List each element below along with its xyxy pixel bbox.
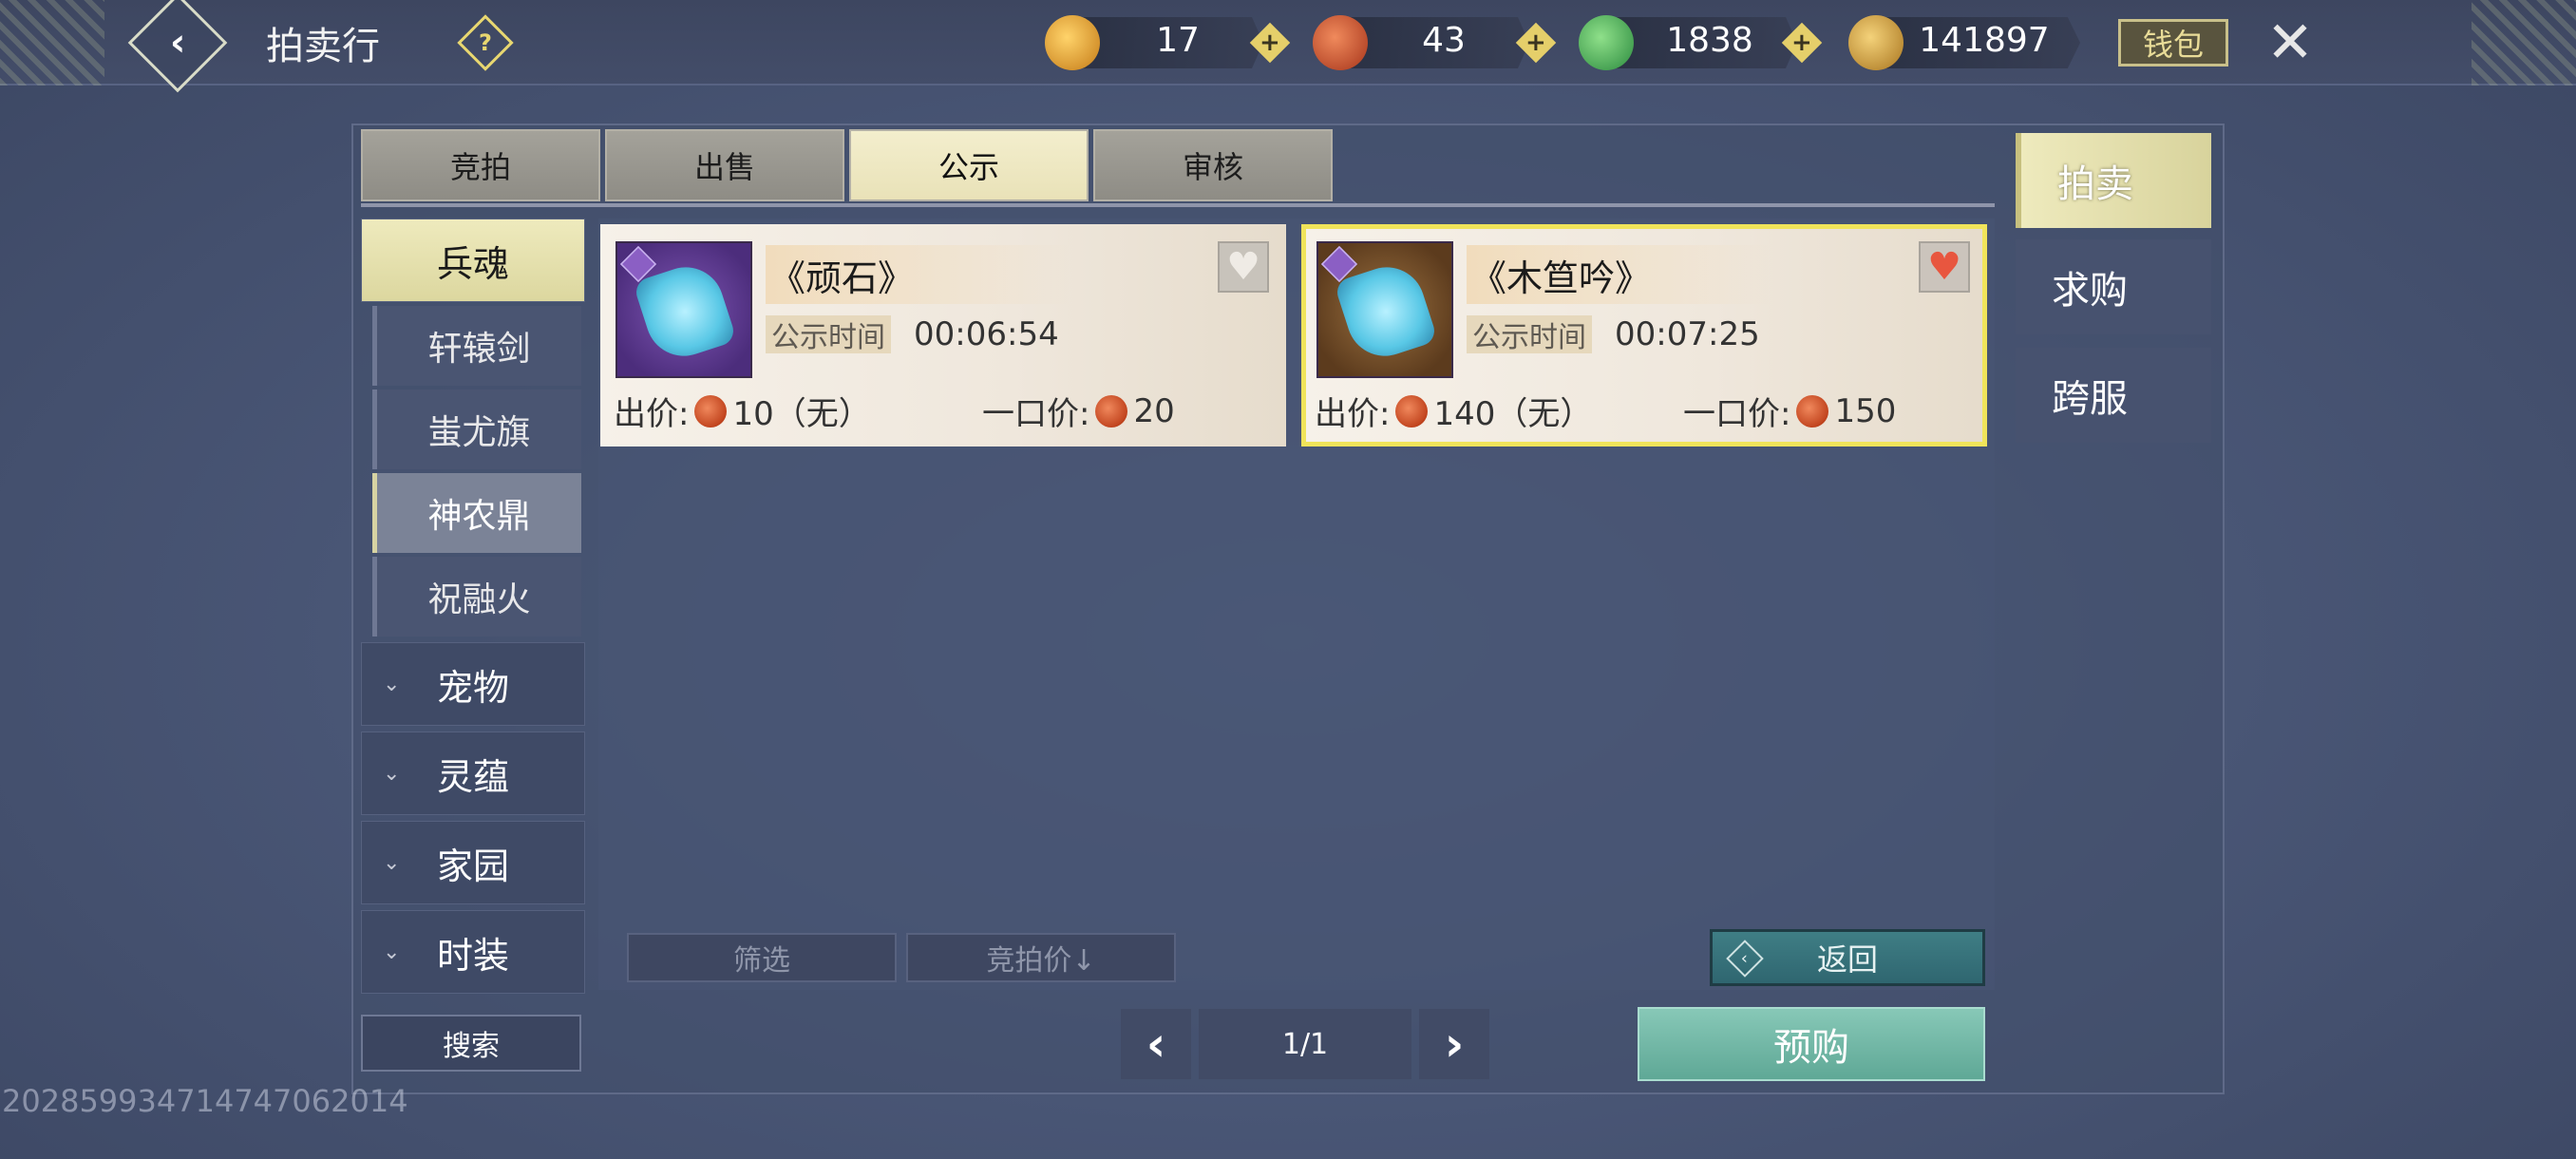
- filter-button[interactable]: 筛选: [627, 933, 897, 982]
- category-label: 家园: [436, 845, 509, 887]
- tab-bidding[interactable]: 竞拍: [361, 129, 600, 201]
- page-indicator: 1/1: [1199, 1009, 1411, 1079]
- plus-icon: +: [1525, 28, 1546, 57]
- page-title: 拍卖行: [266, 25, 380, 68]
- subcategory-xuanyuan[interactable]: 轩辕剑: [372, 306, 581, 386]
- wallet-button[interactable]: 钱包: [2118, 19, 2228, 66]
- bid-price-row: 出价: 10（无）: [614, 388, 871, 434]
- buyout-value: 20: [1133, 391, 1175, 430]
- currency-value-1: 17: [1156, 21, 1200, 60]
- buyout-value: 150: [1834, 391, 1897, 430]
- item-name: 《木笪吟》: [1467, 245, 1771, 304]
- close-button[interactable]: ✕: [2261, 10, 2320, 76]
- coin-icon: [694, 394, 728, 428]
- corner-ornament-right: [2472, 0, 2576, 86]
- subcategory-shennong[interactable]: 神农鼎: [372, 473, 581, 553]
- tab-underline: [361, 203, 1995, 207]
- gold-shell-icon: [1848, 15, 1904, 70]
- category-pets[interactable]: ⌄ 宠物: [361, 642, 585, 726]
- scroll-icon: [632, 256, 738, 367]
- currency-value-4: 141897: [1919, 21, 2050, 60]
- buyout-price-row: 一口价: 150: [1683, 388, 1896, 434]
- category-bingsoul[interactable]: 兵魂: [361, 218, 585, 302]
- bid-value: 140（无）: [1433, 395, 1593, 433]
- category-label: 宠物: [436, 666, 509, 709]
- corner-ornament-left: [0, 0, 104, 86]
- item-name: 《顽石》: [766, 245, 1070, 304]
- back-button[interactable]: ‹: [127, 0, 228, 93]
- favorite-heart-icon[interactable]: ♥: [1919, 241, 1970, 293]
- category-label: 灵蕴: [436, 755, 509, 798]
- bid-label: 出价:: [614, 395, 690, 433]
- gold-ingot-icon: [1045, 15, 1100, 70]
- help-button[interactable]: ?: [457, 14, 514, 71]
- return-button[interactable]: ‹ 返回: [1710, 929, 1985, 986]
- next-page-button[interactable]: ›: [1419, 1009, 1489, 1079]
- subcategory-zhurong[interactable]: 祝融火: [372, 557, 581, 636]
- tab-review[interactable]: 审核: [1093, 129, 1333, 201]
- side-tab-request[interactable]: 求购: [2016, 239, 2211, 334]
- currency-value-2: 43: [1422, 21, 1466, 60]
- category-home[interactable]: ⌄ 家园: [361, 821, 585, 904]
- coin-icon: [1796, 394, 1829, 428]
- bid-value: 10（无）: [732, 395, 871, 433]
- tab-public[interactable]: 公示: [849, 129, 1089, 201]
- prebuy-button[interactable]: 预购: [1638, 1007, 1985, 1081]
- close-icon: ✕: [2265, 10, 2315, 76]
- top-bar: ‹ 拍卖行 ? 17 + 43 + 1838 + 141897 钱包 ✕: [0, 0, 2576, 93]
- tab-selling[interactable]: 出售: [605, 129, 844, 201]
- public-time-value: 00:07:25: [1615, 315, 1760, 353]
- item-card-2[interactable]: 《木笪吟》 ♥ 公示时间 00:07:25 出价: 140（无） 一口价: 15…: [1301, 224, 1987, 446]
- public-time-label: 公示时间: [766, 315, 891, 354]
- side-tab-auction[interactable]: 拍卖: [2016, 133, 2211, 228]
- favorite-heart-icon[interactable]: ♥: [1218, 241, 1269, 293]
- sort-bid-price-button[interactable]: 竞拍价↓: [906, 933, 1176, 982]
- item-card-1[interactable]: 《顽石》 ♥ 公示时间 00:06:54 出价: 10（无） 一口价: 20: [600, 224, 1286, 446]
- plus-icon: +: [1791, 28, 1812, 57]
- scroll-icon: [1333, 256, 1439, 367]
- side-tab-cross-server[interactable]: 跨服: [2016, 348, 2211, 443]
- help-icon: ?: [479, 28, 492, 56]
- prev-page-button[interactable]: ‹: [1121, 1009, 1191, 1079]
- public-time-label: 公示时间: [1467, 315, 1592, 354]
- item-icon: [616, 241, 752, 378]
- back-arrow-icon: ‹: [169, 20, 186, 65]
- bid-price-row: 出价: 140（无）: [1315, 388, 1592, 434]
- return-label: 返回: [1816, 941, 1878, 978]
- jade-coin-icon: [1579, 15, 1634, 70]
- red-coin-icon: [1313, 15, 1368, 70]
- buyout-label: 一口价:: [1683, 395, 1791, 433]
- public-time-value: 00:06:54: [914, 315, 1059, 353]
- plus-icon: +: [1260, 28, 1280, 57]
- coin-icon: [1395, 394, 1429, 428]
- buyout-label: 一口价:: [982, 395, 1090, 433]
- coin-icon: [1095, 394, 1128, 428]
- item-icon: [1316, 241, 1453, 378]
- buyout-price-row: 一口价: 20: [982, 388, 1175, 434]
- bid-label: 出价:: [1315, 395, 1391, 433]
- category-fashion[interactable]: ⌄ 时装: [361, 910, 585, 994]
- watermark-id: 202859934714747062014: [2, 1083, 408, 1119]
- chevron-down-icon: ⌄: [383, 761, 401, 786]
- category-lingyun[interactable]: ⌄ 灵蕴: [361, 732, 585, 815]
- chevron-right-icon: ›: [1444, 1016, 1465, 1072]
- return-arrow-icon: ‹: [1726, 940, 1764, 978]
- chevron-down-icon: ⌄: [383, 940, 401, 964]
- chevron-left-icon: ‹: [1146, 1016, 1166, 1072]
- chevron-down-icon: ⌄: [383, 672, 401, 696]
- chevron-down-icon: ⌄: [383, 850, 401, 875]
- search-button[interactable]: 搜索: [361, 1015, 581, 1072]
- subcategory-chiyou[interactable]: 蚩尤旗: [372, 390, 581, 469]
- category-label: 时装: [436, 934, 509, 977]
- currency-value-3: 1838: [1666, 21, 1753, 60]
